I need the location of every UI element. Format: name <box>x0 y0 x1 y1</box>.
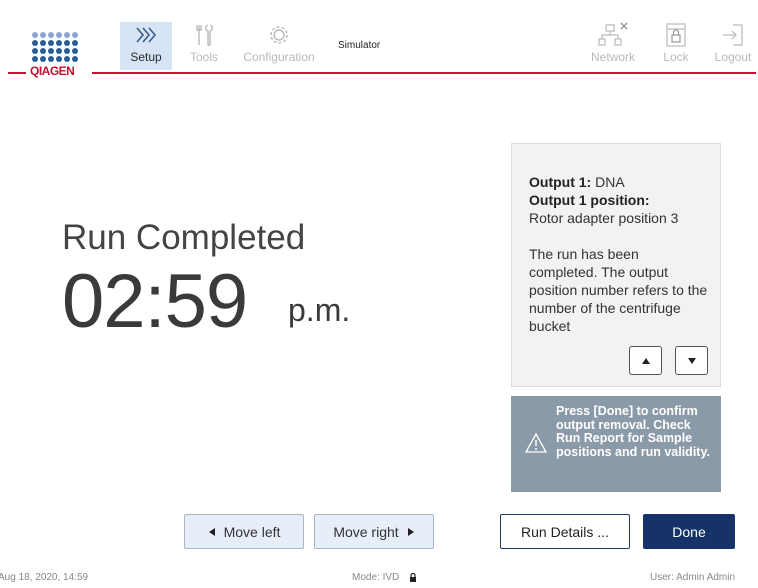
scroll-up-button[interactable] <box>629 346 662 375</box>
tab-network[interactable]: Network <box>586 22 640 70</box>
tab-network-label: Network <box>590 50 635 64</box>
run-status-title: Run Completed <box>62 218 306 257</box>
warning-icon <box>524 432 548 453</box>
run-completion-ampm: p.m. <box>288 292 351 328</box>
logo-dots <box>32 32 86 62</box>
move-right-button[interactable]: Move right <box>314 514 434 549</box>
done-label: Done <box>672 523 706 540</box>
tab-setup[interactable]: Setup <box>120 22 172 70</box>
setup-chevrons-icon <box>136 27 157 43</box>
output-position-value: Rotor adapter position 3 <box>529 210 679 226</box>
run-info-message: The run has been completed. The output p… <box>529 246 708 331</box>
tools-icon <box>196 24 213 46</box>
move-left-label: Move left <box>223 523 281 540</box>
warning-message-box: Press [Done] to confirm output removal. … <box>511 396 721 492</box>
header-divider <box>92 72 756 74</box>
logout-icon <box>723 24 743 46</box>
warning-text: Press [Done] to confirm output removal. … <box>556 404 710 459</box>
tab-tools[interactable]: Tools <box>182 22 226 70</box>
footer-user: User: Admin Admin <box>650 572 736 583</box>
move-left-button[interactable]: Move left <box>184 514 304 549</box>
triangle-right-icon <box>407 527 414 536</box>
tab-lock-label: Lock <box>663 50 689 64</box>
footer-datetime: Aug 18, 2020, 14:59 <box>0 572 89 583</box>
footer-mode-text: Mode: IVD <box>352 572 400 583</box>
tab-logout[interactable]: Logout <box>710 22 756 70</box>
qiagen-logo: QIAGEN <box>30 32 86 84</box>
output-label: Output 1: <box>529 174 592 190</box>
output-value: DNA <box>595 174 625 190</box>
triangle-up-icon <box>641 357 650 364</box>
lock-icon <box>666 23 686 47</box>
triangle-down-icon <box>687 357 696 364</box>
tab-configuration-label: Configuration <box>243 50 315 64</box>
header-divider <box>8 72 26 74</box>
run-completion-time: 02:59 <box>62 259 248 344</box>
run-details-label: Run Details ... <box>521 523 609 540</box>
footer-mode: Mode: IVD <box>352 572 417 583</box>
tab-lock[interactable]: Lock <box>655 22 697 70</box>
simulator-label: Simulator <box>338 40 381 51</box>
gear-icon <box>270 26 288 44</box>
output-position-label: Output 1 position: <box>529 192 650 208</box>
run-details-button[interactable]: Run Details ... <box>500 514 630 549</box>
output-info-panel: Output 1: DNA Output 1 position: Rotor a… <box>511 143 721 387</box>
move-right-label: Move right <box>333 523 399 540</box>
tab-configuration[interactable]: Configuration <box>240 22 318 70</box>
logo-text: QIAGEN <box>30 64 75 78</box>
done-button[interactable]: Done <box>643 514 735 549</box>
scroll-down-button[interactable] <box>675 346 708 375</box>
tab-setup-label: Setup <box>130 50 162 64</box>
output-info-scroll-area[interactable]: Output 1: DNA Output 1 position: Rotor a… <box>529 173 709 331</box>
network-disconnected-icon <box>598 22 628 46</box>
triangle-left-icon <box>208 527 215 536</box>
tab-logout-label: Logout <box>714 50 752 64</box>
tab-tools-label: Tools <box>189 50 218 64</box>
padlock-icon <box>410 573 417 582</box>
